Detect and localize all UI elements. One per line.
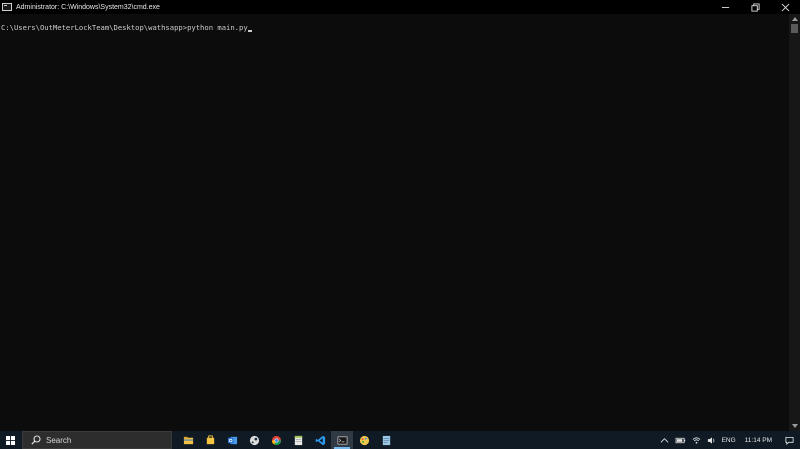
taskbar-app-paint[interactable] bbox=[353, 431, 375, 449]
close-icon bbox=[781, 3, 789, 11]
scroll-thumb[interactable] bbox=[791, 24, 798, 33]
search-placeholder: Search bbox=[46, 435, 72, 445]
action-center-button[interactable] bbox=[778, 431, 800, 449]
outlook-icon bbox=[227, 436, 237, 444]
console-output[interactable]: C:\Users\OutMeterLockTeam\Desktop\wathsa… bbox=[0, 14, 789, 431]
minimize-button[interactable] bbox=[710, 0, 740, 14]
clock-time: 11:14 PM bbox=[744, 436, 772, 444]
window-title: Administrator: C:\Windows\System32\cmd.e… bbox=[16, 3, 160, 11]
vscode-icon bbox=[315, 435, 325, 445]
taskbar-app-file-explorer[interactable] bbox=[177, 431, 199, 449]
wifi-icon bbox=[692, 436, 700, 444]
notepad-icon bbox=[294, 435, 302, 445]
chevron-up-icon bbox=[660, 437, 668, 443]
cmd-icon bbox=[337, 435, 347, 445]
language-indicator[interactable]: ENG bbox=[719, 431, 739, 449]
steam-icon bbox=[249, 435, 259, 445]
taskbar-app-chrome[interactable] bbox=[265, 431, 287, 449]
taskbar-app-store[interactable] bbox=[199, 431, 221, 449]
store-icon bbox=[206, 434, 214, 444]
network-button[interactable] bbox=[689, 431, 704, 449]
taskbar-search[interactable]: Search bbox=[22, 431, 172, 449]
battery-icon bbox=[675, 437, 685, 443]
window-titlebar[interactable]: Administrator: C:\Windows\System32\cmd.e… bbox=[0, 0, 800, 14]
file-explorer-icon bbox=[183, 436, 193, 444]
taskbar-app-cmd[interactable] bbox=[331, 431, 353, 449]
cmd-icon bbox=[2, 3, 12, 11]
scroll-up-button[interactable] bbox=[789, 14, 800, 24]
chevron-down-icon bbox=[791, 424, 798, 428]
taskbar: Search ENG 11:14 PM bbox=[0, 431, 800, 449]
scroll-down-button[interactable] bbox=[789, 421, 800, 431]
restore-icon bbox=[750, 2, 760, 12]
window-controls bbox=[710, 0, 800, 14]
minimize-icon bbox=[721, 6, 729, 8]
prompt-path: C:\Users\OutMeterLockTeam\Desktop\wathsa… bbox=[1, 23, 188, 32]
volume-button[interactable] bbox=[704, 431, 719, 449]
battery-button[interactable] bbox=[672, 431, 689, 449]
show-hidden-icons-button[interactable] bbox=[657, 431, 672, 449]
windows-logo-icon bbox=[5, 435, 15, 445]
chevron-up-icon bbox=[791, 17, 798, 21]
close-button[interactable] bbox=[770, 0, 800, 14]
clock[interactable]: 11:14 PM bbox=[739, 431, 778, 449]
restore-button[interactable] bbox=[740, 0, 770, 14]
text-cursor bbox=[247, 30, 252, 32]
paint-icon bbox=[359, 435, 369, 445]
notification-icon bbox=[784, 436, 794, 445]
chrome-icon bbox=[271, 435, 281, 445]
command-line: C:\Users\OutMeterLockTeam\Desktop\wathsa… bbox=[1, 23, 252, 33]
taskbar-app-outlook[interactable] bbox=[221, 431, 243, 449]
taskbar-app-notes[interactable] bbox=[375, 431, 397, 449]
taskbar-app-vscode[interactable] bbox=[309, 431, 331, 449]
command-text: python main.py bbox=[187, 23, 248, 32]
vertical-scrollbar[interactable] bbox=[789, 14, 800, 431]
taskbar-app-steam[interactable] bbox=[243, 431, 265, 449]
start-button[interactable] bbox=[0, 431, 20, 449]
speaker-icon bbox=[707, 436, 714, 444]
notes-icon bbox=[382, 435, 390, 445]
language-label: ENG bbox=[721, 436, 736, 444]
system-tray: ENG 11:14 PM bbox=[657, 431, 800, 449]
pinned-apps bbox=[177, 431, 397, 449]
taskbar-app-notepad[interactable] bbox=[287, 431, 309, 449]
search-icon bbox=[31, 435, 41, 445]
